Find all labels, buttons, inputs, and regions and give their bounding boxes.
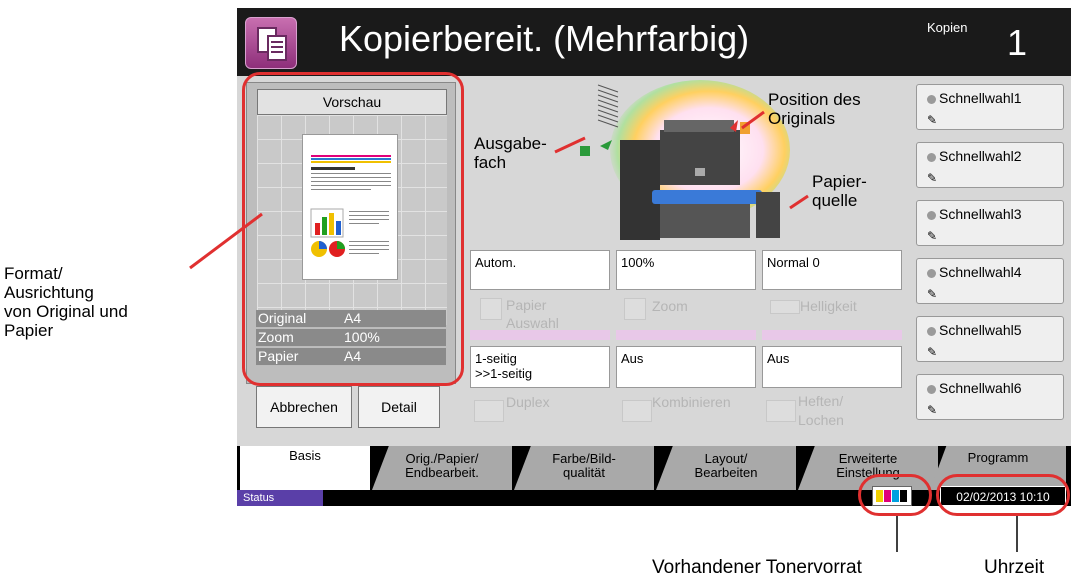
annotation-format: Format/ Ausrichtung von Original und Pap…: [4, 264, 128, 340]
annotation-toner: Vorhandener Tonervorrat: [652, 557, 862, 578]
annotation-clock: Uhrzeit: [984, 557, 1045, 578]
callout-lines: [189, 110, 1018, 552]
